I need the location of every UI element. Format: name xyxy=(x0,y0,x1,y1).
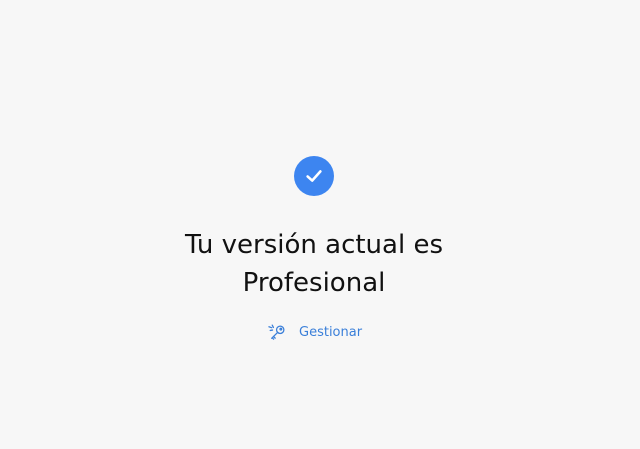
key-icon xyxy=(266,322,288,344)
page-title: Tu versión actual es Profesional xyxy=(140,226,488,302)
page-title-line-2: Profesional xyxy=(242,268,386,298)
manage-label: Gestionar xyxy=(299,325,363,340)
manage-link[interactable]: Gestionar xyxy=(266,321,362,345)
checkmark-circle-icon xyxy=(294,156,334,196)
page-title-line-1: Tu versión actual es xyxy=(184,230,444,260)
app-page: Tu versión actual es Profesional Gestion… xyxy=(0,0,640,449)
checkmark-icon xyxy=(306,170,322,182)
